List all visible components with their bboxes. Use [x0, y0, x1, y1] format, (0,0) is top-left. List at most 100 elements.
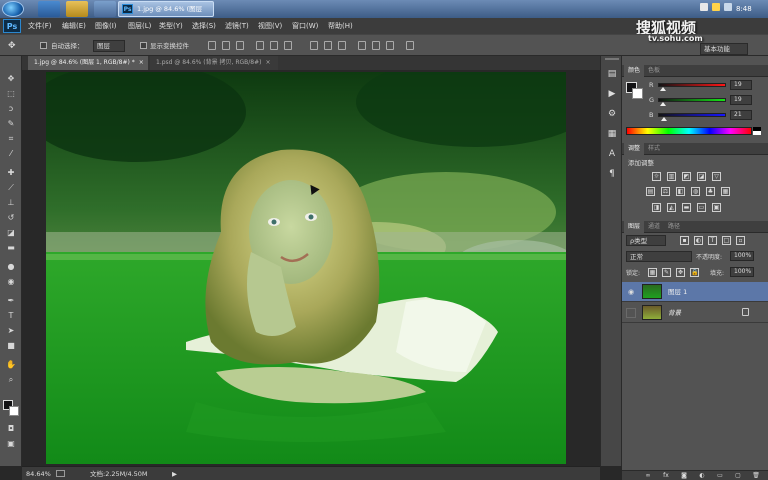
menu-filter[interactable]: 滤镜(T): [225, 18, 249, 34]
distribute-right-icon[interactable]: [386, 41, 394, 50]
path-select-tool-icon[interactable]: ➤: [4, 324, 18, 337]
layer-row-layer1[interactable]: ◉ 图层 1: [622, 282, 768, 302]
tray-flag-icon[interactable]: [712, 3, 720, 11]
fill-field[interactable]: 100%: [730, 267, 754, 277]
paragraph-panel-icon[interactable]: ¶: [606, 168, 618, 180]
align-vcenter-icon[interactable]: [222, 41, 230, 50]
levels-icon[interactable]: ▥: [667, 172, 676, 181]
marquee-tool-icon[interactable]: ⬚: [4, 87, 18, 100]
history-panel-icon[interactable]: ▤: [606, 68, 618, 80]
lock-all-icon[interactable]: 🔒: [690, 268, 699, 277]
tab-swatches[interactable]: 色板: [644, 65, 664, 77]
r-value-field[interactable]: 19: [730, 80, 752, 90]
start-button[interactable]: [2, 1, 24, 17]
opacity-field[interactable]: 100%: [730, 251, 754, 261]
curves-icon[interactable]: ◩: [682, 172, 691, 181]
b-value-field[interactable]: 21: [730, 110, 752, 120]
tray-network-icon[interactable]: [724, 3, 732, 11]
filter-adjustment-icon[interactable]: ◐: [694, 236, 703, 245]
eye-icon[interactable]: ◉: [626, 287, 636, 297]
close-icon[interactable]: ×: [265, 59, 270, 66]
crop-tool-icon[interactable]: ⌗: [4, 132, 18, 145]
pen-tool-icon[interactable]: ✒: [4, 294, 18, 307]
auto-align-icon[interactable]: [406, 41, 414, 50]
gradient-tool-icon[interactable]: ▬: [4, 241, 18, 254]
blur-tool-icon[interactable]: ●: [4, 260, 18, 273]
layer-style-icon[interactable]: fx: [662, 472, 670, 480]
selective-color-icon[interactable]: ▣: [712, 203, 721, 212]
lock-transparent-icon[interactable]: ▦: [648, 268, 657, 277]
hand-tool-icon[interactable]: ✋: [4, 358, 18, 371]
media-taskbar-icon[interactable]: [94, 1, 116, 17]
tab-paths[interactable]: 路径: [664, 221, 684, 233]
workspace-switcher[interactable]: 基本功能: [700, 43, 748, 55]
distribute-hcenter-icon[interactable]: [372, 41, 380, 50]
panel-grip[interactable]: [605, 58, 619, 60]
tab-adjustments[interactable]: 调整: [624, 143, 645, 155]
gradient-map-icon[interactable]: ▭: [697, 203, 706, 212]
photo-filter-icon[interactable]: ◍: [691, 187, 700, 196]
menu-help[interactable]: 帮助(H): [328, 18, 353, 34]
white-chip[interactable]: [753, 131, 761, 135]
channel-mixer-icon[interactable]: ♣: [706, 187, 715, 196]
actions-panel-icon[interactable]: ▶: [606, 88, 618, 100]
ie-taskbar-icon[interactable]: [38, 1, 60, 17]
eraser-tool-icon[interactable]: ◪: [4, 226, 18, 239]
layer-mask-icon[interactable]: ◙: [680, 472, 688, 480]
auto-select-checkbox[interactable]: [40, 42, 47, 49]
tab-1-jpg[interactable]: 1.jpg @ 84.6% (图层 1, RGB/8#) * ×: [28, 56, 148, 70]
filter-smart-icon[interactable]: ▫: [736, 236, 745, 245]
threshold-icon[interactable]: ▬: [682, 203, 691, 212]
tab-styles[interactable]: 样式: [644, 143, 664, 155]
healing-brush-tool-icon[interactable]: ✚: [4, 166, 18, 179]
layer-kind-filter[interactable]: ρ类型: [626, 235, 666, 246]
align-left-icon[interactable]: [256, 41, 264, 50]
color-balance-icon[interactable]: ⚖: [661, 187, 670, 196]
filter-shape-icon[interactable]: □: [722, 236, 731, 245]
move-tool-icon[interactable]: ✥: [4, 72, 18, 85]
menu-image[interactable]: 图像(I): [95, 18, 117, 34]
r-slider-thumb[interactable]: [660, 87, 667, 91]
color-lookup-icon[interactable]: ▦: [721, 187, 730, 196]
move-tool-preset-icon[interactable]: ✥: [8, 40, 22, 52]
lock-pixels-icon[interactable]: ✎: [662, 268, 671, 277]
brush-tool-icon[interactable]: ⟋: [4, 181, 18, 194]
link-layers-icon[interactable]: ∞: [644, 472, 652, 480]
menu-type[interactable]: 类型(Y): [159, 18, 183, 34]
properties-panel-icon[interactable]: ⚙: [606, 108, 618, 120]
hue-saturation-icon[interactable]: ▤: [646, 187, 655, 196]
show-transform-checkbox[interactable]: [140, 42, 147, 49]
type-tool-icon[interactable]: T: [4, 309, 18, 322]
menu-window[interactable]: 窗口(W): [292, 18, 318, 34]
dodge-tool-icon[interactable]: ◉: [4, 275, 18, 288]
clock[interactable]: 8:48: [736, 3, 752, 15]
align-right-icon[interactable]: [284, 41, 292, 50]
align-top-icon[interactable]: [208, 41, 216, 50]
menu-edit[interactable]: 编辑(E): [62, 18, 86, 34]
filter-pixel-icon[interactable]: ▪: [680, 236, 689, 245]
new-adjustment-layer-icon[interactable]: ◐: [698, 472, 706, 480]
menu-file[interactable]: 文件(F): [28, 18, 52, 34]
quick-mask-icon[interactable]: ◘: [4, 422, 18, 435]
b-slider[interactable]: [658, 113, 726, 117]
character-panel-icon[interactable]: A: [606, 148, 618, 160]
screen-mode-icon[interactable]: ▣: [4, 437, 18, 450]
auto-select-dropdown[interactable]: 图层: [93, 40, 125, 52]
new-group-icon[interactable]: ▭: [716, 472, 724, 480]
delete-layer-icon[interactable]: 🗑: [752, 472, 760, 480]
eyedropper-tool-icon[interactable]: ⁄: [4, 147, 18, 160]
tab-layers[interactable]: 图层: [624, 221, 645, 233]
layer-row-background[interactable]: 背景: [622, 303, 768, 323]
distribute-left-icon[interactable]: [358, 41, 366, 50]
photoshop-taskbar-task[interactable]: Ps 1.jpg @ 84.6% (图层: [118, 1, 214, 17]
bg-color-chip[interactable]: [632, 88, 643, 99]
background-color-swatch[interactable]: [9, 406, 19, 416]
distribute-vcenter-icon[interactable]: [324, 41, 332, 50]
tab-color[interactable]: 颜色: [624, 65, 645, 77]
distribute-bottom-icon[interactable]: [338, 41, 346, 50]
new-layer-icon[interactable]: ▢: [734, 472, 742, 480]
vibrance-icon[interactable]: ▽: [712, 172, 721, 181]
brightness-contrast-icon[interactable]: ☼: [652, 172, 661, 181]
exposure-icon[interactable]: ◪: [697, 172, 706, 181]
shape-tool-icon[interactable]: ■: [4, 339, 18, 352]
